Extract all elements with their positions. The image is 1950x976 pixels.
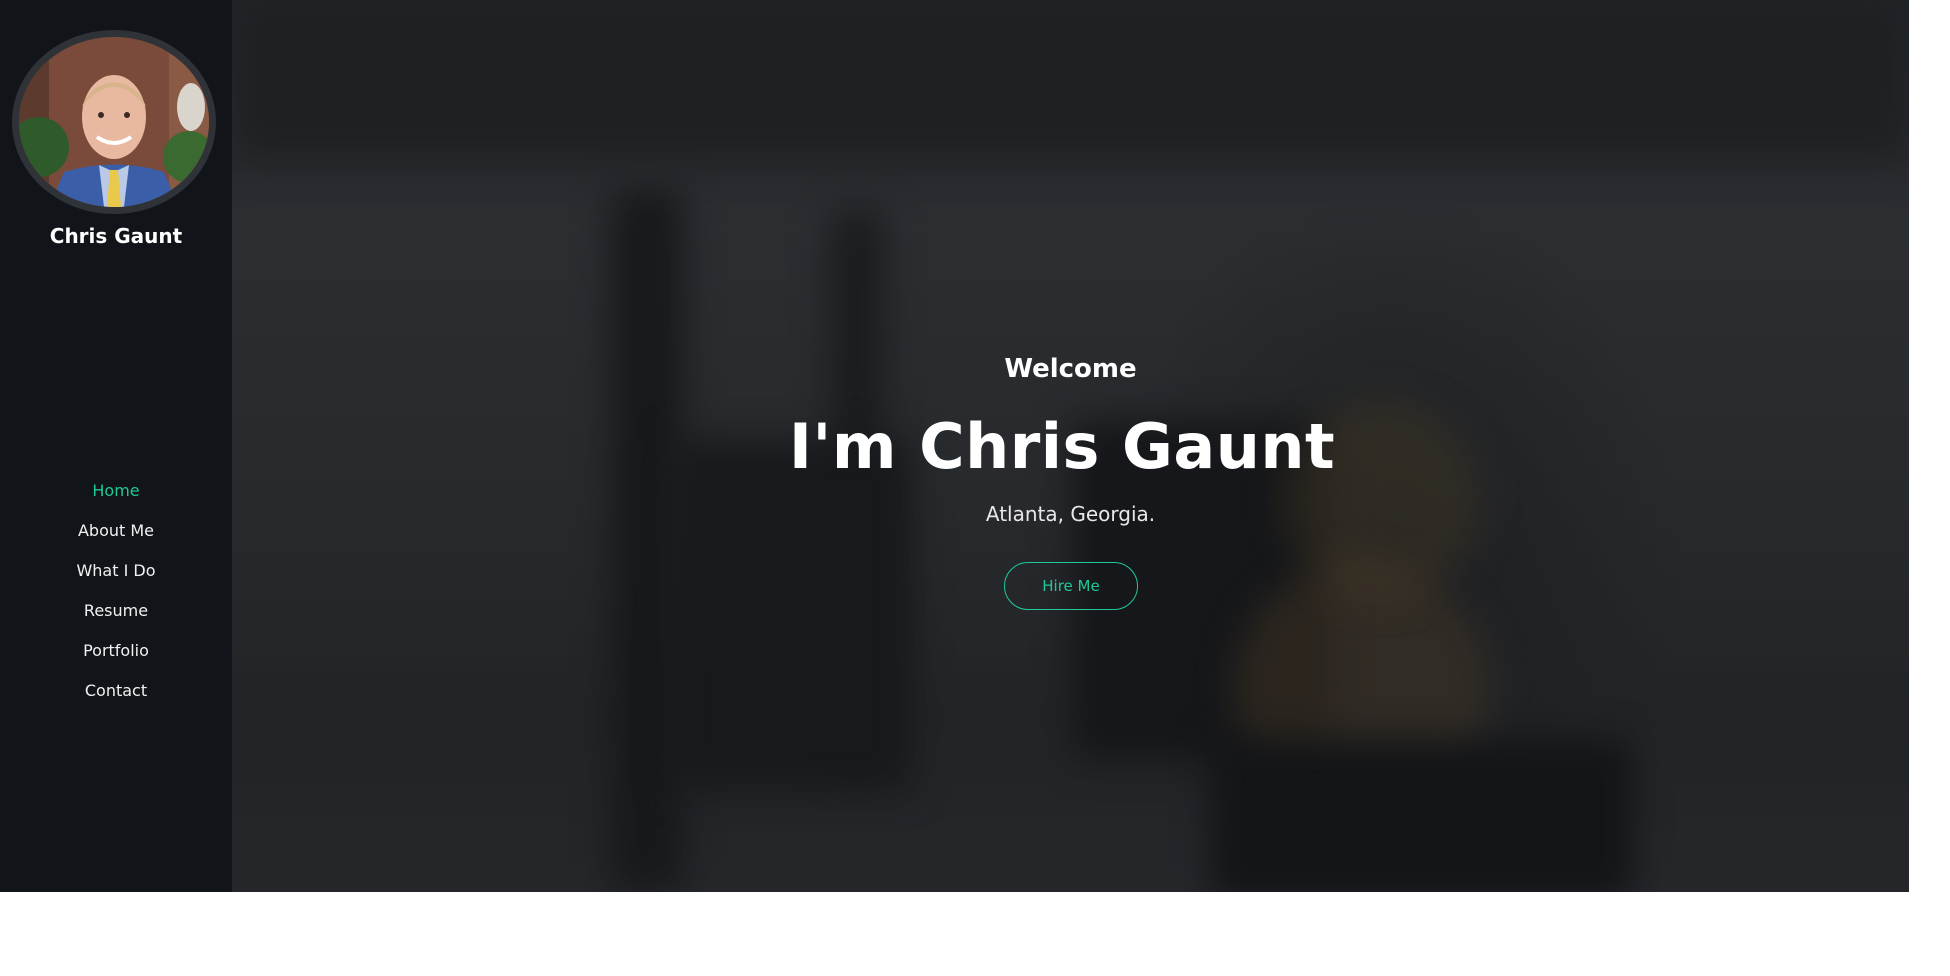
avatar [12,30,216,214]
nav-resume[interactable]: Resume [0,599,232,639]
profile-name: Chris Gaunt [49,224,183,248]
nav-portfolio[interactable]: Portfolio [0,639,232,679]
profile-photo-icon [19,37,209,207]
hero-welcome: Welcome [1004,354,1137,384]
hero-section: Welcome I'm Chris Gaunt Atlanta, Georgia… [232,0,1909,892]
hero-location: Atlanta, Georgia. [985,502,1156,526]
main-nav: Home About Me What I Do Resume Portfolio… [0,479,232,719]
sidebar: Chris Gaunt Home About Me What I Do Resu… [0,0,232,892]
nav-about-me[interactable]: About Me [0,519,232,559]
hire-me-button[interactable]: Hire Me [1004,562,1138,610]
hero-headline: I'm Chris Gaunt [788,410,1336,483]
nav-contact[interactable]: Contact [0,679,232,719]
nav-home[interactable]: Home [0,479,232,519]
page: Chris Gaunt Home About Me What I Do Resu… [0,0,1950,976]
nav-what-i-do[interactable]: What I Do [0,559,232,599]
